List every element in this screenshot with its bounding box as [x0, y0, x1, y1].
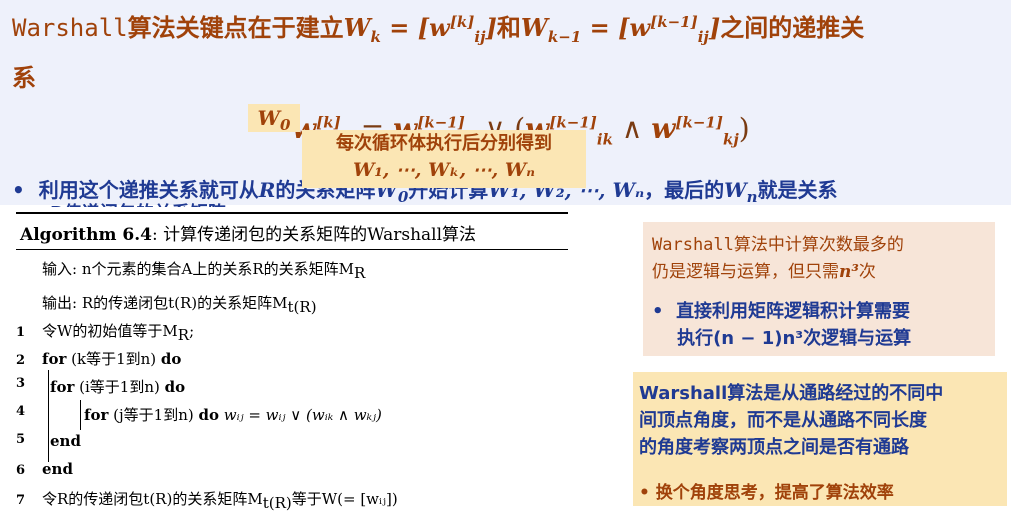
wk1-symbol: Wk−1 — [520, 13, 582, 46]
header-and: 和 — [496, 14, 521, 42]
algo-line-1: 1 令W的初始值等于MR; — [16, 322, 195, 344]
algo-line-3: 3 for (i等于1到n) do — [16, 376, 186, 396]
header-warshall: Warshall — [12, 14, 128, 42]
complexity-note-box: Warshall算法中计算次数最多的 仍是逻辑与运算，但只需n³次 • 直接利用… — [643, 222, 995, 356]
algorithm-title: Algorithm 6.4: 计算传递闭包的关系矩阵的Warshall算法 — [16, 214, 568, 250]
loop-note-line-2: W₁, ⋯, Wₖ, ⋯, Wₙ — [353, 159, 535, 181]
wk-symbol: Wk — [343, 13, 381, 46]
algo-line-4: 4 for (j等于1到n) do wᵢⱼ = wᵢⱼ ∨ (wᵢₖ ∧ wₖⱼ) — [16, 404, 382, 424]
eq-bracket-1: = [ — [380, 13, 430, 42]
loop-bar-inner — [80, 400, 81, 430]
perspective-bullet: • 换个角度思考，提高了算法效率 — [639, 483, 894, 503]
close-bracket-2: ] — [708, 13, 721, 42]
algo-line-5: 5 end — [16, 432, 81, 450]
header-line-1: Warshall算法关键点在于建立Wk = [w[k]ij]和Wk−1 = [w… — [12, 8, 864, 46]
loop-note-line-1: 每次循环体执行后分别得到 — [336, 133, 552, 154]
complexity-note-text: Warshall算法中计算次数最多的 仍是逻辑与运算，但只需n³次 — [652, 235, 904, 282]
header-line-2: 系 — [12, 64, 36, 92]
complexity-bullet: • 直接利用矩阵逻辑积计算需要 执行(n − 1)n³次逻辑与运算 — [652, 301, 912, 349]
loop-note: 每次循环体执行后分别得到 W₁, ⋯, Wₖ, ⋯, Wₙ — [302, 130, 586, 188]
wij-k-symbol: w[k]ij — [429, 13, 486, 46]
algo-line-2: 2 for (k等于1到n) do — [16, 350, 182, 368]
perspective-note-box: Warshall算法是从通路经过的不同中 间顶点角度，而不是从通路不同长度 的角… — [633, 372, 1007, 506]
header-text-c: 之间的递推关 — [720, 14, 865, 42]
algo-line-6: 6 end — [16, 460, 73, 478]
algo-line-7: 7 令R的传递闭包t(R)的关系矩阵Mt(R)等于W(= [wᵢⱼ]) — [16, 490, 398, 512]
algorithm-output: 输出: R的传递闭包t(R)的关系矩阵Mt(R) — [42, 294, 317, 316]
loop-bar-outer — [48, 370, 49, 462]
algorithm-box: Algorithm 6.4: 计算传递闭包的关系矩阵的Warshall算法 输入… — [16, 212, 568, 512]
wij-k1-symbol: w[k−1]ij — [629, 13, 709, 46]
algorithm-input: 输入: n个元素的集合A上的关系R的关系矩阵MR — [42, 260, 366, 282]
eq-bracket-2: = [ — [581, 13, 630, 42]
clipped-bullet-continuation: R传递闭包的关系矩阵 — [50, 199, 226, 207]
w0-highlight: W0 — [248, 104, 300, 134]
close-bracket-1: ] — [485, 13, 497, 42]
perspective-note-text: Warshall算法是从通路经过的不同中 间顶点角度，而不是从通路不同长度 的角… — [639, 383, 944, 458]
header-text-a: 算法关键点在于建立 — [127, 14, 344, 42]
bullet-dot: • — [12, 178, 25, 202]
